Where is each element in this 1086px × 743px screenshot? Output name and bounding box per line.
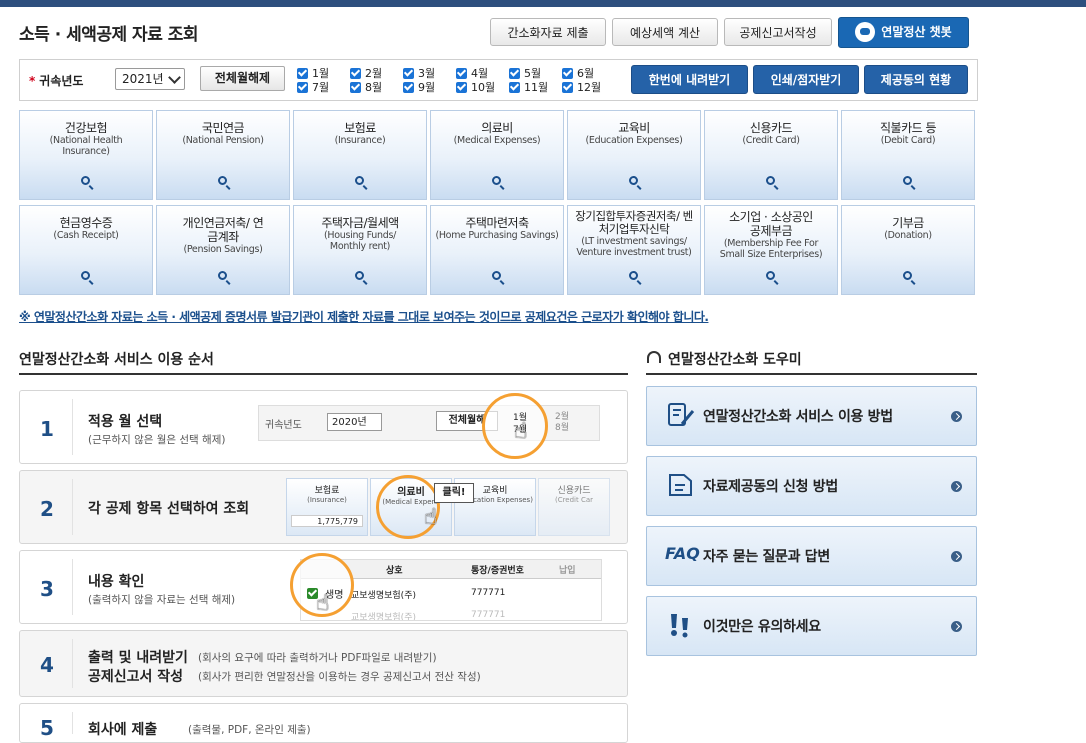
reset-months-button[interactable]: 전체월해제 (200, 66, 285, 91)
tax-estimate-button[interactable]: 예상세액 계산 (612, 18, 718, 46)
help-item-usage-guide[interactable]: 연말정산간소화 서비스 이용 방법 (646, 386, 977, 446)
pointer-hand-icon: ☝ (514, 419, 528, 444)
category-tile-credit-card[interactable]: 신용카드 (Credit Card) (704, 110, 838, 200)
faq-icon: FAQ (665, 544, 700, 563)
category-tile-national-pension[interactable]: 국민연금 (National Pension) (156, 110, 290, 200)
consent-status-button[interactable]: 제공동의 현황 (864, 65, 968, 94)
exclamation-icon (667, 612, 695, 643)
search-icon (218, 271, 227, 280)
step-3: 3 내용 확인 (출력하지 않을 자료는 선택 해제) 상호 통장/증권번호 납… (19, 550, 628, 624)
checkbox-icon (403, 67, 414, 79)
checkbox-icon (562, 67, 573, 79)
search-icon (355, 176, 364, 185)
checkbox-icon (509, 81, 520, 93)
document-edit-icon (667, 402, 695, 433)
month-checkbox-4[interactable]: 4월 (456, 67, 488, 80)
simplified-submit-button[interactable]: 간소화자료 제출 (490, 18, 606, 46)
search-icon (903, 176, 912, 185)
headset-icon (647, 351, 661, 363)
print-braille-button[interactable]: 인쇄/점자받기 (753, 65, 859, 94)
month-checkbox-7[interactable]: 7월 (297, 81, 329, 94)
category-tile-debit-card[interactable]: 직불카드 등 (Debit Card) (841, 110, 975, 200)
category-tile-cash-receipt[interactable]: 현금영수증 (Cash Receipt) (19, 205, 153, 295)
month-checkbox-2[interactable]: 2월 (350, 67, 382, 80)
divider (19, 373, 628, 375)
help-item-consent-guide[interactable]: 자료제공동의 신청 방법 (646, 456, 977, 516)
top-strip (0, 0, 1086, 7)
deduction-form-button[interactable]: 공제신고서작성 (724, 18, 832, 46)
search-icon (492, 271, 501, 280)
search-icon (81, 176, 90, 185)
checkbox-icon (350, 67, 361, 79)
search-icon (81, 271, 90, 280)
click-tooltip: 클릭! (434, 483, 474, 503)
year-select[interactable]: 2021년 (115, 68, 185, 90)
category-tile-lt-investment[interactable]: 장기집합투자증권저축/ 벤처기업투자신탁 (LT investment savi… (567, 205, 701, 295)
search-icon (492, 176, 501, 185)
help-section-title: 연말정산간소화 도우미 (668, 352, 802, 368)
step-2: 2 각 공제 항목 선택하여 조회 보험료 (Insurance) 1,775,… (19, 470, 628, 544)
checkbox-icon (456, 81, 467, 93)
download-all-button[interactable]: 한번에 내려받기 (631, 65, 748, 94)
month-checkbox-5[interactable]: 5월 (509, 67, 541, 80)
category-tile-health-insurance[interactable]: 건강보험 (National Health Insurance) (19, 110, 153, 200)
category-tile-home-savings[interactable]: 주택마련저축 (Home Purchasing Savings) (430, 205, 564, 295)
search-icon (218, 176, 227, 185)
category-tile-medical[interactable]: 의료비 (Medical Expenses) (430, 110, 564, 200)
arrow-right-icon (951, 481, 962, 492)
search-icon (903, 271, 912, 280)
arrow-right-icon (951, 411, 962, 422)
month-checkbox-8[interactable]: 8월 (350, 81, 382, 94)
chatbot-icon (855, 21, 876, 42)
step-4: 4 출력 및 내려받기 (회사의 요구에 따라 출력하거나 PDF파일로 내려받… (19, 630, 628, 697)
checkbox-icon (509, 67, 520, 79)
search-icon (355, 271, 364, 280)
category-tile-pension-savings[interactable]: 개인연금저축/ 연금계좌 (Pension Savings) (156, 205, 290, 295)
search-icon (766, 176, 775, 185)
chatbot-button[interactable]: 연말정산 챗봇 (838, 17, 969, 48)
category-tile-small-enterprise[interactable]: 소기업 · 소상공인 공제부금 (Membership Fee For Smal… (704, 205, 838, 295)
month-checkbox-1[interactable]: 1월 (297, 67, 329, 80)
year-label: * 귀속년도 (29, 74, 84, 88)
file-icon (667, 472, 695, 503)
checkbox-icon (350, 81, 361, 93)
checkbox-icon (297, 81, 308, 93)
search-icon (629, 271, 638, 280)
checkbox-icon (562, 81, 573, 93)
notice-link[interactable]: ※ 연말정산간소화 자료는 소득 · 세액공제 증명서류 발급기관이 제출한 자… (19, 308, 709, 325)
step-2-tile-insurance: 보험료 (Insurance) 1,775,779 (286, 478, 368, 536)
search-icon (766, 271, 775, 280)
chatbot-label: 연말정산 챗봇 (881, 25, 952, 39)
step-5: 5 회사에 제출 (출력물, PDF, 온라인 제출) (19, 703, 628, 743)
month-checkbox-9[interactable]: 9월 (403, 81, 435, 94)
pointer-hand-icon: ☝ (424, 505, 438, 530)
pointer-hand-icon: ☝ (316, 591, 330, 616)
chevron-down-icon (168, 71, 181, 84)
checkbox-icon (297, 67, 308, 79)
help-item-cautions[interactable]: 이것만은 유의하세요 (646, 596, 977, 656)
step-1-illustration: 귀속년도 2020년 전체월해 2월 8월 (258, 405, 600, 441)
month-checkbox-11[interactable]: 11월 (509, 81, 548, 94)
divider (646, 373, 977, 375)
category-tile-education[interactable]: 교육비 (Education Expenses) (567, 110, 701, 200)
help-item-faq[interactable]: FAQ 자주 묻는 질문과 답변 (646, 526, 977, 586)
month-checkbox-10[interactable]: 10월 (456, 81, 495, 94)
steps-section-title: 연말정산간소화 서비스 이용 순서 (19, 352, 214, 368)
month-checkbox-6[interactable]: 6월 (562, 67, 594, 80)
checkbox-icon (456, 67, 467, 79)
category-tile-insurance[interactable]: 보험료 (Insurance) (293, 110, 427, 200)
checkbox-icon (403, 81, 414, 93)
category-tile-donation[interactable]: 기부금 (Donation) (841, 205, 975, 295)
step-2-tile-credit: 신용카드 (Credit Car (538, 478, 610, 536)
month-checkbox-3[interactable]: 3월 (403, 67, 435, 80)
page-title: 소득 · 세액공제 자료 조회 (19, 25, 199, 45)
arrow-right-icon (951, 551, 962, 562)
arrow-right-icon (951, 621, 962, 632)
filter-bar: * 귀속년도 2021년 전체월해제 1월 2월 3월 4월 5월 6월 7월 8… (19, 59, 978, 101)
step-1: 1 적용 월 선택 (근무하지 않은 월은 선택 해제) 귀속년도 2020년 … (19, 390, 628, 464)
search-icon (629, 176, 638, 185)
month-checkbox-12[interactable]: 12월 (562, 81, 601, 94)
category-tile-housing-funds[interactable]: 주택자금/월세액 (Housing Funds/ Monthly rent) (293, 205, 427, 295)
